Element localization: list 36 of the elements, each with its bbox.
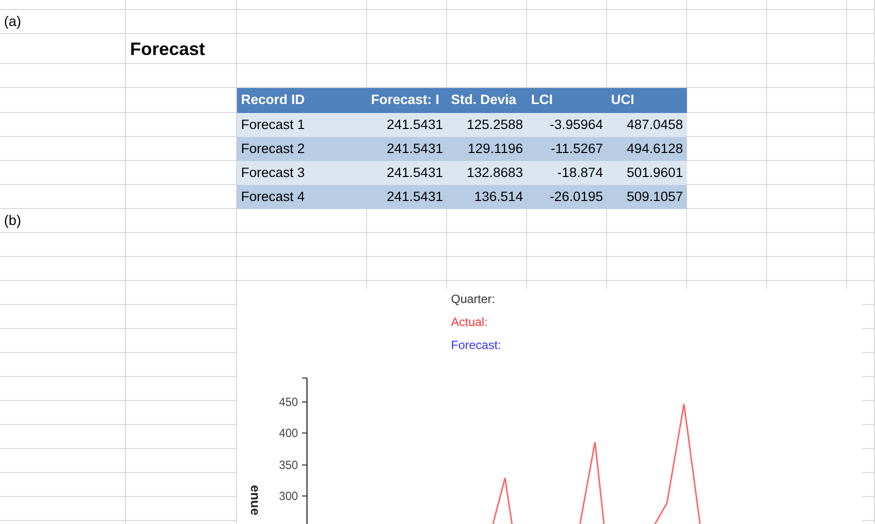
- column-header: UCI: [607, 88, 687, 113]
- column-header: LCI: [527, 88, 607, 113]
- table-cell: 241.5431: [367, 137, 447, 161]
- column-header: Record ID: [237, 88, 367, 113]
- sheet-title: Forecast: [129, 38, 206, 61]
- tick-label: 400: [279, 426, 300, 440]
- table-cell: 132.8683: [447, 161, 527, 185]
- tick-label: 300: [279, 489, 300, 503]
- column-header: Forecast: I: [367, 88, 447, 113]
- table-cell: 241.5431: [367, 185, 447, 209]
- table-cell: 129.1196: [447, 137, 527, 161]
- legend-label: Forecast:: [451, 337, 502, 354]
- table-cell: 501.9601: [607, 161, 687, 185]
- column-header: Std. Devia: [447, 88, 527, 113]
- table-cell: 241.5431: [367, 113, 447, 137]
- section-label: (b): [3, 211, 22, 230]
- table-cell: -11.5267: [527, 137, 607, 161]
- axis-label: enue: [248, 485, 263, 516]
- table-cell: Forecast 3: [237, 161, 367, 185]
- table-cell: -18.874: [527, 161, 607, 185]
- table-cell: 487.0458: [607, 113, 687, 137]
- table-cell: -3.95964: [527, 113, 607, 137]
- table-cell: Forecast 2: [237, 137, 367, 161]
- legend-label: Quarter:: [451, 291, 496, 308]
- table-cell: 136.514: [447, 185, 527, 209]
- legend-label: Actual:: [451, 314, 489, 331]
- tick-label: 450: [279, 395, 300, 409]
- table-cell: 125.2588: [447, 113, 527, 137]
- section-label: (a): [3, 12, 22, 31]
- table-cell: Forecast 4: [237, 185, 367, 209]
- table-cell: 509.1057: [607, 185, 687, 209]
- table-cell: 241.5431: [367, 161, 447, 185]
- table-cell: 494.6128: [607, 137, 687, 161]
- tick-label: 350: [279, 458, 300, 472]
- table-cell: -26.0195: [527, 185, 607, 209]
- table-cell: Forecast 1: [237, 113, 367, 137]
